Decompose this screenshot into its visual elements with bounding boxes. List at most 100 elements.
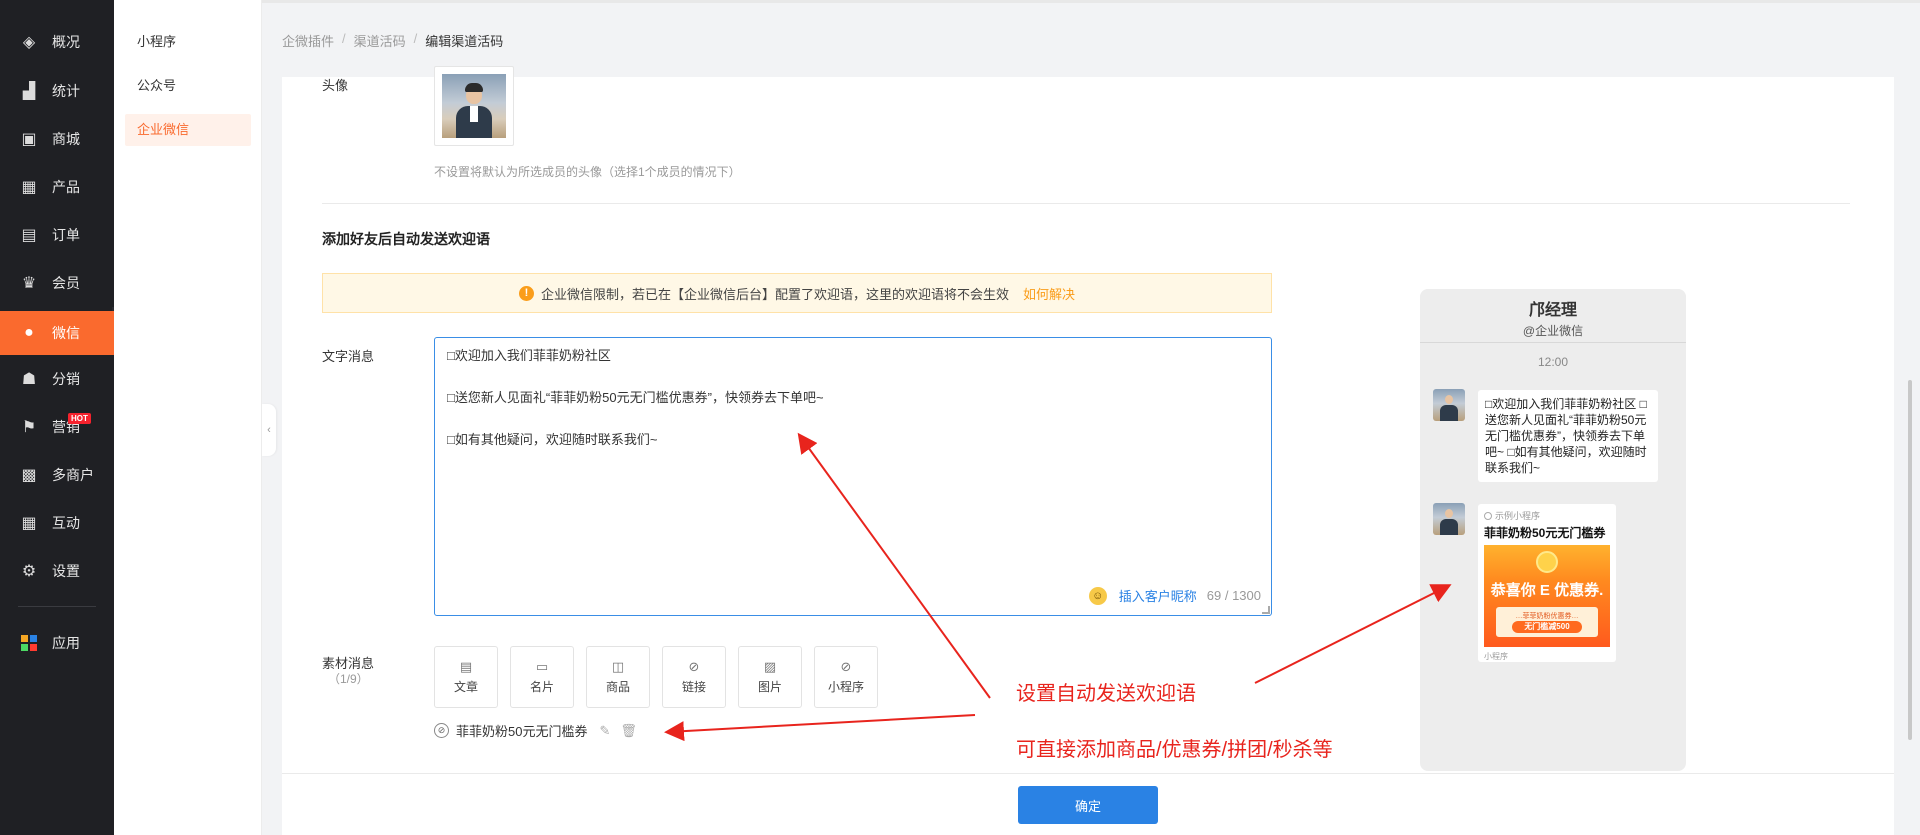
apps-icon	[19, 633, 39, 653]
nav-item-wechat[interactable]: ● 微信	[0, 311, 114, 355]
subnav-item-official-account[interactable]: 公众号	[125, 70, 251, 102]
warning-text: 企业微信限制，若已在【企业微信后台】配置了欢迎语，这里的欢迎语将不会生效	[540, 286, 1009, 302]
nav-item-label: 产品	[52, 179, 80, 195]
nav-item-multi-merchant[interactable]: ▩ 多商户	[0, 455, 114, 495]
nav-item-settings[interactable]: ⚙ 设置	[0, 551, 114, 591]
top-border	[0, 0, 1920, 3]
button-label: 链接	[681, 679, 706, 694]
button-label: 商品	[605, 679, 630, 694]
wecom-limit-warning: ! 企业微信限制，若已在【企业微信后台】配置了欢迎语，这里的欢迎语将不会生效 如…	[322, 273, 1272, 313]
edit-icon[interactable]: ✎	[599, 723, 610, 739]
sidebar-divider	[18, 606, 96, 607]
scrollbar[interactable]	[1908, 380, 1912, 740]
coin-icon	[1536, 551, 1558, 573]
nav-item-label: 会员	[52, 275, 80, 291]
nav-item-label: 互动	[52, 515, 80, 531]
add-article-button[interactable]: ▤ 文章	[434, 646, 498, 708]
miniprogram-title: 菲菲奶粉50元无门槛券	[1484, 526, 1606, 540]
button-label: 文章	[453, 679, 478, 694]
nav-item-overview[interactable]: ◈ 概况	[0, 22, 114, 62]
avatar-hint: 不设置将默认为所选成员的头像（选择1个成员的情况下）	[434, 165, 741, 179]
nav-item-label: 微信	[52, 325, 80, 341]
multi-store-icon: ▩	[21, 467, 37, 484]
users-icon: ☗	[21, 371, 37, 388]
message-line: □如有其他疑问，欢迎随时联系我们~	[447, 432, 658, 447]
annotation-auto-welcome: 设置自动发送欢迎语	[1016, 683, 1196, 705]
flag-icon: ⚑	[21, 419, 37, 436]
add-miniprogram-button[interactable]: ⊘ 小程序	[814, 646, 878, 708]
subnav-item-miniprogram[interactable]: 小程序	[125, 26, 251, 58]
chevron-left-icon: ‹	[267, 424, 271, 436]
material-count: （1/9）	[328, 672, 369, 686]
nav-item-orders[interactable]: ▤ 订单	[0, 215, 114, 255]
welcome-section-title: 添加好友后自动发送欢迎语	[322, 231, 490, 247]
emoji-icon[interactable]: ☺	[1088, 586, 1107, 605]
how-to-fix-link[interactable]: 如何解决	[1023, 284, 1075, 303]
confirm-button[interactable]: 确定	[1018, 786, 1158, 824]
nav-item-label: 统计	[52, 83, 80, 99]
nav-item-label: 多商户	[52, 467, 94, 483]
avatar-label: 头像	[322, 78, 349, 93]
chat-contact-org: @企业微信	[1522, 324, 1584, 338]
nav-item-label: 设置	[52, 563, 80, 579]
text-message-label: 文字消息	[322, 349, 375, 364]
nav-item-apps[interactable]: 应用	[0, 623, 114, 663]
breadcrumb-item[interactable]: 渠道活码	[354, 31, 406, 50]
insert-nickname-link[interactable]: 插入客户昵称	[1119, 586, 1197, 605]
message-line: □欢迎加入我们菲菲奶粉社区	[447, 348, 611, 363]
resize-handle[interactable]	[1262, 606, 1270, 614]
order-icon: ▤	[21, 227, 37, 244]
banner-text: 恭喜你 E 优惠券.	[1490, 582, 1604, 599]
crown-icon: ♛	[21, 275, 37, 292]
chat-bubble: □欢迎加入我们菲菲奶粉社区 □送您新人见面礼“菲菲奶粉50元无门槛优惠券”，快领…	[1478, 390, 1658, 482]
nav-item-distribution[interactable]: ☗ 分销	[0, 359, 114, 399]
add-image-button[interactable]: ▨ 图片	[738, 646, 802, 708]
interaction-icon: ▦	[21, 515, 37, 532]
add-link-button[interactable]: ⊘ 链接	[662, 646, 726, 708]
subnav-item-wecom[interactable]: 企业微信	[125, 114, 251, 146]
nav-item-label: 商城	[52, 131, 80, 147]
nav-item-products[interactable]: ▦ 产品	[0, 167, 114, 207]
add-product-button[interactable]: ◫ 商品	[586, 646, 650, 708]
nav-item-label: 应用	[52, 635, 80, 651]
avatar-upload[interactable]	[434, 66, 514, 146]
hot-badge: HOT	[68, 413, 91, 424]
add-card-button[interactable]: ▭ 名片	[510, 646, 574, 708]
button-label: 名片	[529, 679, 554, 694]
miniprogram-card: 示例小程序 菲菲奶粉50元无门槛券 恭喜你 E 优惠券. …菲菲奶粉优惠券… 无…	[1478, 504, 1616, 662]
breadcrumb-separator: /	[342, 31, 346, 46]
card-icon: ▭	[535, 658, 549, 674]
miniprogram-icon: ⊘	[840, 658, 852, 674]
collapse-sidebar-button[interactable]: ‹	[262, 404, 276, 456]
avatar	[1433, 503, 1465, 535]
nav-item-store[interactable]: ▣ 商城	[0, 119, 114, 159]
chat-header: 邝经理 @企业微信	[1420, 289, 1686, 343]
nav-item-interaction[interactable]: ▦ 互动	[0, 503, 114, 543]
layers-icon: ◈	[22, 34, 36, 51]
breadcrumb-current: 编辑渠道活码	[425, 34, 504, 49]
avatar	[1433, 389, 1465, 421]
attached-material: ⊘ 菲菲奶粉50元无门槛券 ✎ 🗑	[434, 721, 637, 740]
coupon-banner-image: 恭喜你 E 优惠券. …菲菲奶粉优惠券… 无门槛减500	[1484, 545, 1610, 647]
avatar	[442, 74, 506, 138]
nav-item-statistics[interactable]: ▟ 统计	[0, 71, 114, 111]
link-icon: ⊘	[688, 658, 700, 674]
gear-icon: ⚙	[21, 563, 37, 580]
main-sidebar: ◈ 概况 ▟ 统计 ▣ 商城 ▦ 产品 ▤ 订单 ♛ 会员 ● 微信 ☗ 分销 …	[0, 0, 114, 835]
breadcrumb-item[interactable]: 企微插件	[282, 31, 334, 50]
section-divider	[322, 203, 1850, 204]
welcome-message-textarea[interactable]: □欢迎加入我们菲菲奶粉社区 □送您新人见面礼“菲菲奶粉50元无门槛优惠券”，快领…	[434, 337, 1272, 616]
chat-time: 12:00	[1537, 355, 1569, 369]
nav-item-marketing[interactable]: ⚑ 营销 HOT	[0, 407, 114, 447]
miniprogram-source: 示例小程序	[1484, 509, 1610, 522]
attached-material-title: 菲菲奶粉50元无门槛券	[456, 724, 588, 739]
coupon-ticket: …菲菲奶粉优惠券… 无门槛减500	[1496, 607, 1598, 637]
delete-icon[interactable]: 🗑	[620, 723, 637, 739]
nav-item-members[interactable]: ♛ 会员	[0, 263, 114, 303]
store-icon: ▣	[21, 131, 37, 148]
miniprogram-footer: 小程序	[1484, 652, 1508, 661]
button-label: 小程序	[827, 679, 864, 694]
miniprogram-icon: ⊘	[434, 723, 449, 738]
product-grid-icon: ▦	[21, 179, 37, 196]
miniprogram-icon	[1484, 511, 1492, 520]
